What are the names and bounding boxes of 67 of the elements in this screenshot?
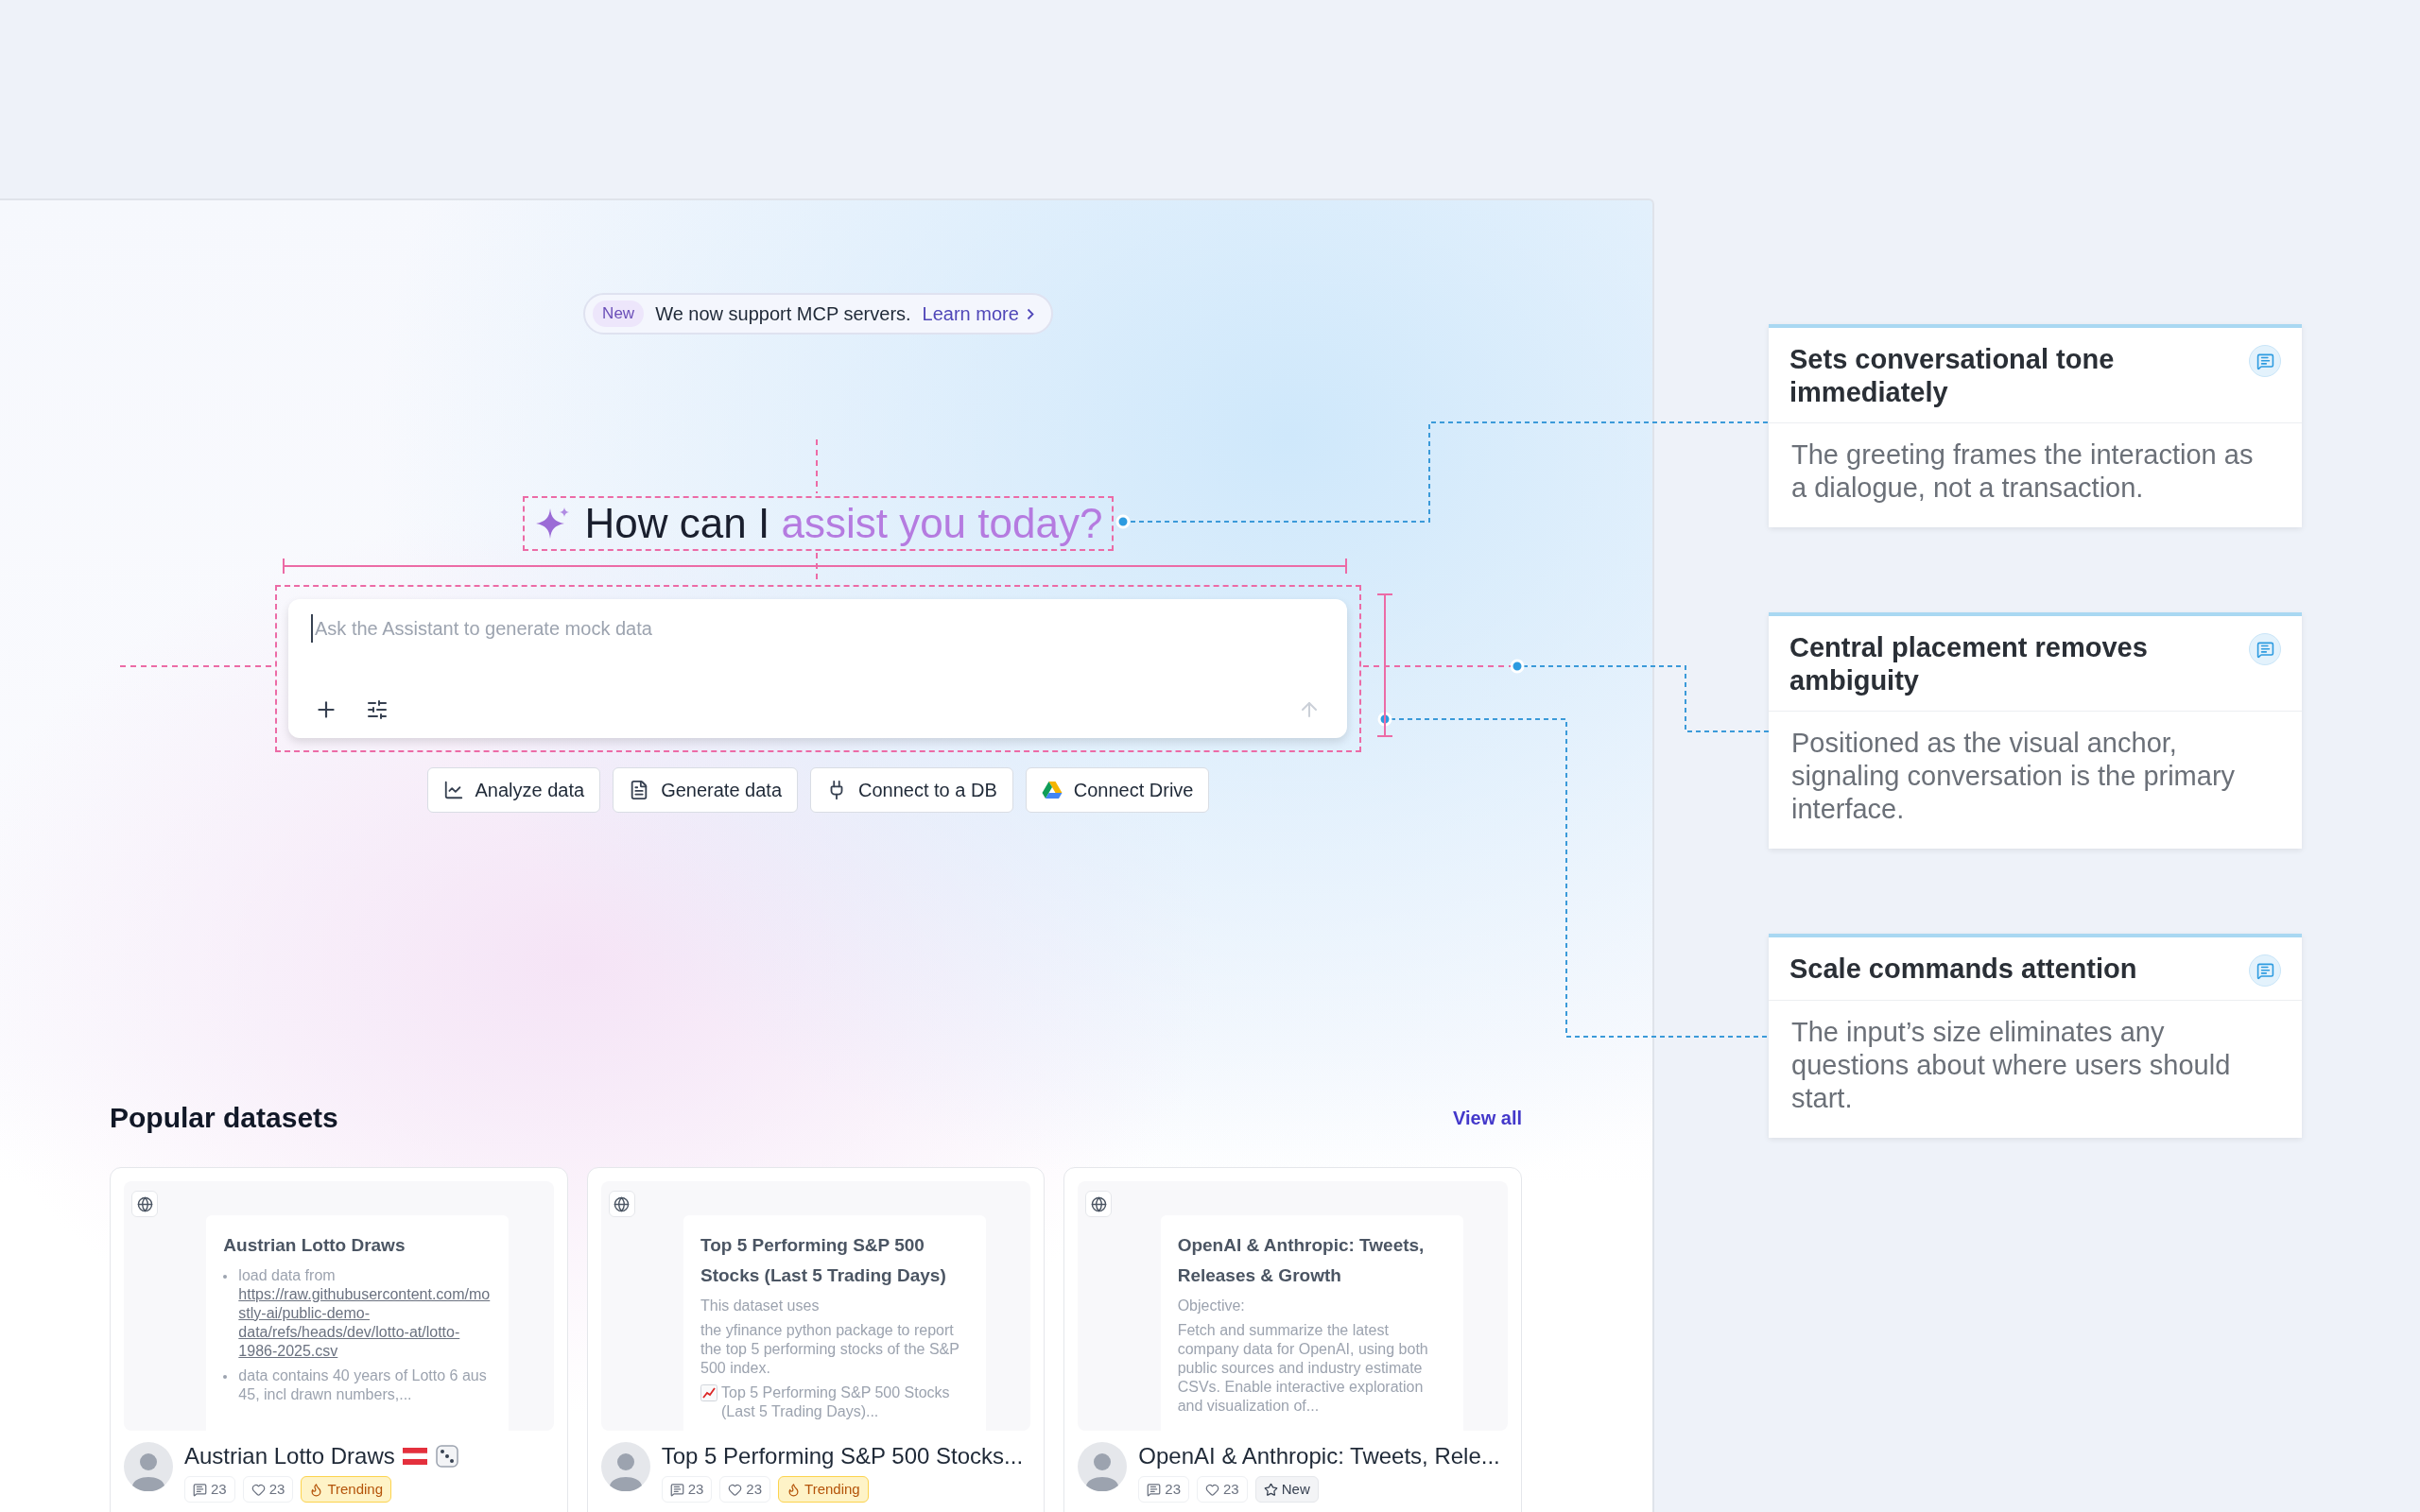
preview-text: Objective: xyxy=(1177,1297,1246,1315)
preview-title: Austrian Lotto Draws xyxy=(223,1234,406,1257)
dataset-title[interactable]: Top 5 Performing S&P 500 Stocks... xyxy=(661,1442,1024,1470)
status-badge: Trending xyxy=(301,1476,392,1503)
heart-icon xyxy=(251,1482,266,1497)
dataset-card[interactable] xyxy=(586,1167,1046,1512)
avatar xyxy=(1078,1442,1128,1491)
annotation-title: Central placement removes ambiguity xyxy=(1789,631,2149,697)
like-count: 23 xyxy=(1197,1476,1248,1503)
preview-title: OpenAI & Anthropic: Tweets, Releases & Growth xyxy=(1177,1234,1426,1287)
annotation-text: The greeting frames the interaction as a dialogue, not a transaction. xyxy=(1790,438,2255,505)
annotation-text: The input’s size eliminates any questions about where users should start. xyxy=(1790,1016,2232,1115)
prompt-input[interactable]: Ask the Assistant to generate mock data xyxy=(311,614,1324,643)
suggestion-chip[interactable]: Connect Drive xyxy=(1025,767,1210,813)
drive-icon xyxy=(1041,781,1063,799)
comment-count: 23 xyxy=(1138,1476,1190,1503)
suggestion-chip[interactable]: Connect to a DB xyxy=(810,767,1013,813)
globe-icon xyxy=(608,1191,635,1217)
comment-icon xyxy=(2249,633,2281,665)
avatar xyxy=(124,1442,173,1491)
bullet-icon xyxy=(223,1275,228,1279)
preview-text: Top 5 Performing S&P 500 Stocks (Last 5 Trading Days)... xyxy=(721,1383,951,1421)
learn-more-link[interactable]: Learn more xyxy=(922,300,1034,328)
guide-line xyxy=(816,438,818,494)
heart-icon xyxy=(728,1482,743,1497)
heading-text: How can I assist you today? xyxy=(584,499,1103,548)
comment-icon xyxy=(669,1482,684,1497)
like-count: 23 xyxy=(242,1476,294,1503)
chart-icon xyxy=(700,1384,717,1401)
comment-count: 23 xyxy=(661,1476,713,1503)
heart-icon xyxy=(1205,1482,1220,1497)
chart-icon xyxy=(442,780,464,800)
comment-count: 23 xyxy=(184,1476,235,1503)
chevron-right-icon xyxy=(1026,307,1034,320)
new-badge: New xyxy=(593,301,645,327)
bullet-icon xyxy=(223,1375,228,1379)
preview-title: Top 5 Performing S&P 500 Stocks (Last 5 Trading Days) xyxy=(700,1234,947,1287)
banner-text: We now support MCP servers. xyxy=(655,302,911,326)
preview-text: data contains 40 years of Lotto 6 aus 45, incl drawn numbers,... xyxy=(238,1366,488,1404)
preview-link[interactable]: https://raw.githubusercontent.com/mostly-ai/public-demo-data/refs/heads/dev/lotto-at/lotto-1986-2025.csv xyxy=(238,1285,493,1361)
preview-text: This dataset uses xyxy=(700,1297,821,1315)
globe-icon xyxy=(131,1191,158,1217)
dataset-card[interactable] xyxy=(1063,1167,1522,1512)
section-title: Popular datasets xyxy=(110,1101,338,1135)
preview-text: load data from xyxy=(238,1266,337,1285)
annotation-title: Sets conversational tone immediately xyxy=(1789,343,2116,409)
dataset-title[interactable]: OpenAI & Anthropic: Tweets, Rele... xyxy=(1138,1442,1500,1470)
like-count: 23 xyxy=(719,1476,771,1503)
avatar xyxy=(600,1442,650,1491)
annotation-text: Positioned as the visual anchor, signaling conversation is the primary interface. xyxy=(1790,727,2237,826)
comment-icon xyxy=(193,1482,207,1497)
status-badge: Trending xyxy=(778,1476,869,1503)
globe-icon xyxy=(1085,1191,1113,1217)
preview-text: the yfinance python package to report the top 5 performing stocks of the S&P 500 index. xyxy=(700,1321,960,1378)
annotation-title: Scale commands attention xyxy=(1789,953,2137,986)
dataset-card[interactable] xyxy=(110,1167,568,1512)
suggestion-chip[interactable]: Analyze data xyxy=(426,767,601,813)
view-all-link[interactable]: View all xyxy=(1453,1103,1522,1132)
preview-text: Fetch and summarize the latest company data for OpenAI, using both public sources and industry estimate CSVs. Enable interactive exploration and visualization of... xyxy=(1177,1321,1429,1416)
comment-icon xyxy=(1147,1482,1162,1497)
suggestion-chip[interactable]: Generate data xyxy=(613,767,798,813)
status-badge: New xyxy=(1254,1476,1319,1503)
sliders-icon xyxy=(366,698,389,721)
dataset-title[interactable]: Austrian Lotto Draws xyxy=(184,1442,395,1470)
comment-icon xyxy=(2249,954,2281,987)
star-icon xyxy=(1263,1482,1278,1497)
comment-icon xyxy=(2249,345,2281,377)
